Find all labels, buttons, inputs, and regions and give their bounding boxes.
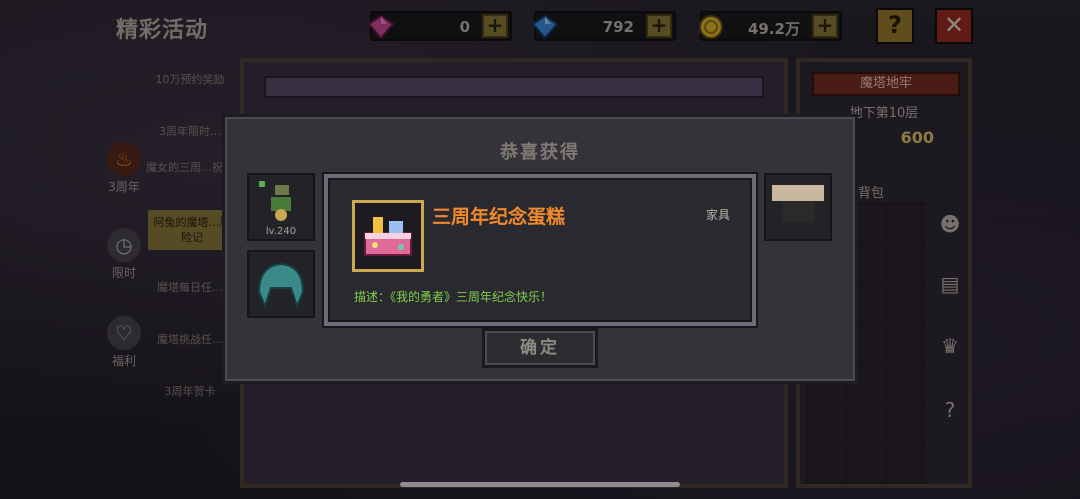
cake-icon [364, 217, 412, 256]
item-icon-frame [352, 200, 424, 272]
home-indicator[interactable] [400, 482, 680, 487]
item-name: 三周年纪念蛋糕 [432, 206, 566, 228]
item-type: 家具 [705, 208, 730, 222]
reward-item-card: 三周年纪念蛋糕 家具 描述：《我的勇者》三周年纪念快乐！ [324, 174, 756, 326]
plant-icon [259, 181, 291, 221]
item-description: 描述：《我的勇者》三周年纪念快乐！ [354, 290, 553, 304]
slot-level: lv.240 [265, 226, 297, 237]
item-slot-plant: lv.240 [247, 173, 315, 241]
hat-icon [772, 185, 824, 223]
hair-icon [257, 262, 305, 309]
item-slot-hat [764, 173, 832, 241]
item-slot-hair [247, 250, 315, 318]
dialog-title: 恭喜获得 [500, 142, 580, 163]
confirm-button[interactable]: 确定 [482, 328, 598, 368]
